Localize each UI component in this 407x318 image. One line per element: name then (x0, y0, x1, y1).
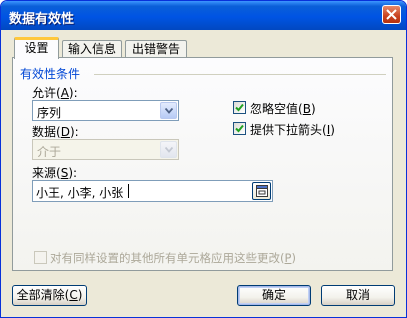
ok-label: 确定 (261, 288, 286, 302)
tab-settings-label: 设置 (24, 41, 49, 55)
tab-settings[interactable]: 设置 (14, 37, 59, 59)
close-button[interactable] (382, 5, 401, 24)
in-cell-dropdown-checkbox[interactable] (233, 122, 246, 135)
clear-all-button[interactable]: 全部清除(C) (12, 285, 87, 306)
clear-all-mnemonic: C (69, 288, 78, 302)
clear-all-label: 全部清除 (16, 288, 65, 302)
checkmark-icon (235, 103, 244, 112)
dialog-title: 数据有效性 (9, 12, 75, 27)
data-mnemonic: D (60, 125, 70, 139)
validation-criteria-title: 有效性条件 (20, 67, 81, 81)
ok-button[interactable]: 确定 (237, 285, 311, 306)
chevron-down-icon (165, 147, 173, 153)
in-cell-dropdown-text: 提供下拉箭头 (250, 123, 323, 137)
ignore-blank-text: 忽略空值 (250, 102, 299, 116)
data-value: 介于 (37, 145, 62, 159)
range-select-icon (256, 185, 268, 197)
allow-select[interactable]: 序列 (32, 100, 179, 121)
data-validation-dialog: 数据有效性 设置 输入信息 出错警告 有效性条件 允许(A): 序列 数据(D)… (0, 0, 407, 318)
apply-all-text: 对有同样设置的其他所有单元格应用这些更改 (50, 251, 280, 265)
source-label-text: 来源 (32, 166, 57, 180)
allow-dropdown-button[interactable] (160, 102, 177, 119)
apply-all-mnemonic: P (284, 251, 292, 265)
collapse-dialog-button[interactable] (252, 182, 271, 200)
tab-error-alert-label: 出错警告 (131, 42, 180, 56)
ignore-blank-label[interactable]: 忽略空值(B) (250, 100, 316, 117)
source-mnemonic: S (60, 166, 69, 180)
ignore-blank-mnemonic: B (302, 102, 311, 116)
data-dropdown-button[interactable] (160, 141, 177, 158)
chevron-down-icon (165, 108, 173, 114)
allow-label-text: 允许 (32, 86, 57, 100)
data-label-text: 数据 (32, 125, 57, 139)
cancel-label: 取消 (345, 288, 370, 302)
tab-input-message-label: 输入信息 (67, 42, 116, 56)
group-divider (94, 74, 386, 75)
source-label: 来源(S): (32, 166, 78, 180)
source-input[interactable]: 小王, 小李, 小张 (32, 180, 273, 202)
title-bar[interactable]: 数据有效性 (1, 1, 406, 30)
data-select[interactable]: 介于 (32, 139, 179, 160)
apply-all-label[interactable]: 对有同样设置的其他所有单元格应用这些更改(P) (50, 250, 296, 266)
in-cell-dropdown-mnemonic: I (326, 123, 331, 137)
cancel-button[interactable]: 取消 (321, 285, 395, 306)
ignore-blank-checkbox[interactable] (233, 101, 246, 114)
allow-label: 允许(A): (32, 86, 78, 100)
allow-mnemonic: A (60, 86, 69, 100)
checkmark-icon (235, 124, 244, 133)
allow-value: 序列 (37, 106, 62, 120)
source-value: 小王, 小李, 小张 (36, 186, 124, 200)
data-label: 数据(D): (32, 125, 79, 139)
in-cell-dropdown-label[interactable]: 提供下拉箭头(I) (250, 121, 335, 138)
apply-all-checkbox[interactable] (34, 251, 47, 264)
close-icon (386, 9, 397, 20)
text-caret (128, 184, 129, 198)
